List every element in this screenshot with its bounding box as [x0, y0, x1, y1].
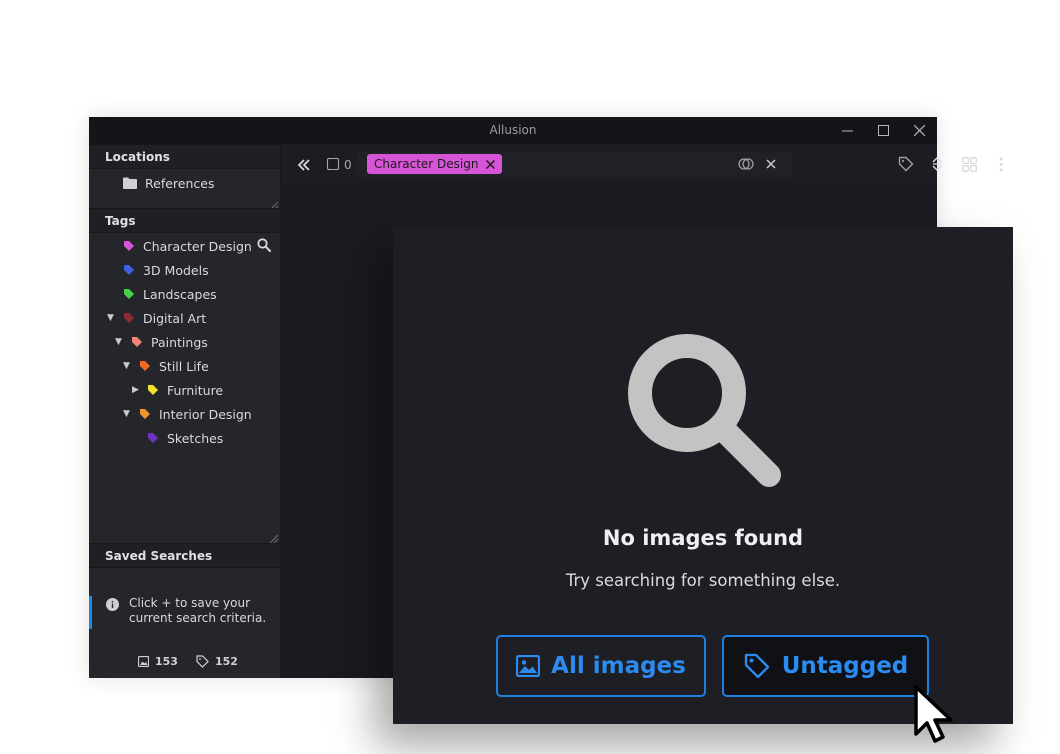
match-toggle-icon[interactable] — [738, 157, 754, 171]
empty-state-heading: No images found — [602, 526, 804, 550]
search-icon — [628, 334, 781, 487]
tag-label: Landscapes — [143, 286, 217, 302]
saved-hint-text: Click + to save your current search crit… — [129, 596, 267, 625]
chip-remove-icon[interactable] — [485, 159, 495, 169]
locations-header[interactable]: Locations — [89, 144, 280, 169]
tag-item-landscapes[interactable]: Landscapes — [123, 283, 217, 305]
tag-outline-icon — [196, 655, 209, 668]
location-item-references[interactable]: References — [123, 172, 214, 194]
all-images-button[interactable]: All images — [496, 635, 706, 697]
search-icon[interactable] — [257, 238, 271, 252]
empty-state-panel: No images found Try searching for someth… — [393, 227, 1013, 724]
image-icon — [138, 656, 149, 667]
search-chip-label: Character Design — [374, 157, 479, 171]
caret-down-icon[interactable]: ▼ — [123, 409, 130, 419]
collapse-sidebar-icon[interactable] — [297, 158, 311, 172]
minimize-button[interactable] — [829, 117, 865, 144]
more-options-icon[interactable] — [999, 157, 1003, 172]
tag-icon — [124, 313, 134, 323]
sidebar: Locations References Tags Character Desi… — [89, 144, 281, 678]
location-label: References — [145, 175, 215, 191]
saved-searches-hint: Click + to save your current search crit… — [89, 596, 280, 629]
title-bar: Allusion — [89, 117, 937, 144]
image-count: 153 — [155, 655, 178, 668]
library-stats: 153 152 — [89, 653, 280, 673]
tag-item-interior-design[interactable]: Interior Design — [139, 403, 252, 425]
tag-item-still-life[interactable]: Still Life — [139, 355, 209, 377]
close-button[interactable] — [901, 117, 937, 144]
tag-item-paintings[interactable]: Paintings — [131, 331, 208, 353]
tag-item-digital-art[interactable]: Digital Art — [123, 307, 206, 329]
selection-count: 0 — [344, 158, 352, 172]
window-title: Allusion — [489, 123, 537, 137]
tag-icon — [140, 409, 150, 419]
tag-manager-icon[interactable] — [898, 156, 914, 172]
tag-label: Character Design — [143, 238, 252, 254]
search-chip[interactable]: Character Design — [367, 154, 502, 174]
tag-item-character-design[interactable]: Character Design — [123, 235, 252, 257]
tag-label: 3D Models — [143, 262, 209, 278]
grid-view-icon[interactable] — [962, 157, 977, 172]
select-all-checkbox[interactable] — [327, 158, 339, 170]
caret-right-icon[interactable]: ▶ — [132, 385, 139, 395]
tag-label: Paintings — [151, 334, 208, 350]
all-images-label: All images — [551, 653, 686, 679]
sort-icon[interactable] — [931, 156, 943, 172]
tag-item-furniture[interactable]: Furniture — [147, 379, 223, 401]
info-icon — [106, 598, 119, 611]
tag-icon — [124, 241, 134, 251]
tag-icon — [148, 385, 158, 395]
mouse-cursor-icon — [914, 685, 953, 743]
tag-label: Still Life — [159, 358, 209, 374]
image-icon — [516, 655, 541, 677]
tag-label: Interior Design — [159, 406, 252, 422]
minimize-icon — [841, 130, 853, 132]
tag-icon — [132, 337, 142, 347]
resize-grip-icon[interactable] — [270, 535, 278, 543]
untagged-button[interactable]: Untagged — [722, 635, 929, 697]
tag-label: Digital Art — [143, 310, 207, 326]
maximize-button[interactable] — [865, 117, 901, 144]
empty-state-subheading: Try searching for something else. — [565, 571, 841, 590]
tag-label: Sketches — [167, 430, 224, 446]
saved-searches-header[interactable]: Saved Searches — [89, 543, 280, 568]
tag-item-sketches[interactable]: Sketches — [147, 427, 223, 449]
folder-icon — [123, 177, 137, 189]
tag-icon — [124, 289, 134, 299]
untagged-label: Untagged — [781, 653, 909, 679]
search-bar[interactable]: Character Design — [357, 151, 793, 178]
clear-search-icon[interactable] — [766, 159, 776, 169]
caret-down-icon[interactable]: ▼ — [107, 313, 114, 323]
tag-icon — [148, 433, 158, 443]
caret-down-icon[interactable]: ▼ — [123, 361, 130, 371]
toolbar: 0 Character Design — [281, 144, 1003, 186]
close-icon — [913, 125, 925, 136]
tag-count: 152 — [215, 655, 238, 668]
caret-down-icon[interactable]: ▼ — [115, 337, 122, 347]
tags-header[interactable]: Tags — [89, 208, 280, 233]
tag-label: Furniture — [167, 382, 224, 398]
tag-item-3d-models[interactable]: 3D Models — [123, 259, 209, 281]
tag-outline-icon — [744, 653, 769, 679]
maximize-icon — [877, 125, 889, 136]
tag-icon — [124, 265, 134, 275]
tag-icon — [140, 361, 150, 371]
